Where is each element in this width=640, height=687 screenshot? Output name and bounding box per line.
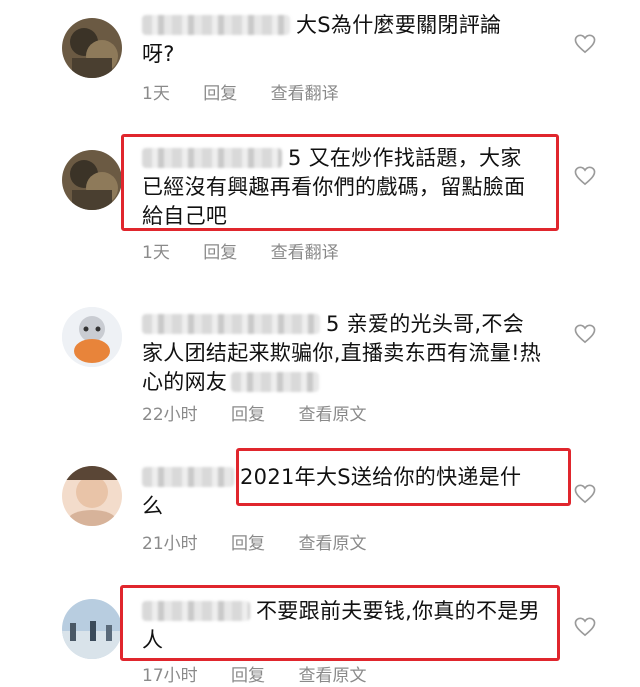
- translate-button[interactable]: 查看原文: [298, 534, 366, 554]
- comment-text: 5 亲爱的光头哥,不会 家人团结起来欺骗你,直播卖东西有流量!热心的网友: [142, 312, 542, 394]
- comment-meta: 22小时 回复 查看原文: [142, 400, 394, 425]
- avatar[interactable]: [62, 599, 122, 659]
- blurred-username: [142, 148, 282, 168]
- comment-meta: 17小时 回复 查看原文: [142, 661, 394, 686]
- translate-button[interactable]: 查看翻译: [271, 84, 339, 104]
- avatar[interactable]: [62, 466, 122, 526]
- comment-meta: 1天 回复 查看翻译: [142, 79, 367, 104]
- heart-icon[interactable]: [574, 324, 596, 344]
- comment-time: 1天: [142, 84, 170, 104]
- reply-button[interactable]: 回复: [203, 243, 237, 263]
- blurred-username: [142, 314, 320, 334]
- heart-icon[interactable]: [574, 34, 596, 54]
- comment-meta: 21小时 回复 查看原文: [142, 529, 394, 554]
- comment-text: 不要跟前夫要钱,你真的不是男 人: [142, 599, 540, 652]
- comment-time: 21小时: [142, 534, 198, 554]
- comment-meta: 1天 回复 查看翻译: [142, 238, 367, 263]
- heart-icon[interactable]: [574, 484, 596, 504]
- comment-text: 5 又在炒作找話題，大家 已經沒有興趣再看你們的戲碼，留點臉面給自己吧: [142, 146, 526, 228]
- blurred-text: [231, 372, 320, 392]
- avatar[interactable]: [62, 307, 122, 367]
- blurred-username: [142, 15, 290, 35]
- reply-button[interactable]: 回复: [231, 405, 265, 425]
- translate-button[interactable]: 查看翻译: [271, 243, 339, 263]
- avatar[interactable]: [62, 18, 122, 78]
- heart-icon[interactable]: [574, 617, 596, 637]
- heart-icon[interactable]: [574, 166, 596, 186]
- avatar[interactable]: [62, 150, 122, 210]
- comment-text: 2021年大S送给你的快递是什 么: [142, 465, 522, 518]
- comment-time: 22小时: [142, 405, 198, 425]
- comment-text: 大S為什麼要關閉評論 呀?: [142, 13, 502, 66]
- reply-button[interactable]: 回复: [231, 666, 265, 686]
- blurred-username: [142, 467, 234, 487]
- comment-time: 1天: [142, 243, 170, 263]
- comment-time: 17小时: [142, 666, 198, 686]
- translate-button[interactable]: 查看原文: [298, 405, 366, 425]
- blurred-username: [142, 601, 250, 621]
- translate-button[interactable]: 查看原文: [298, 666, 366, 686]
- reply-button[interactable]: 回复: [231, 534, 265, 554]
- reply-button[interactable]: 回复: [203, 84, 237, 104]
